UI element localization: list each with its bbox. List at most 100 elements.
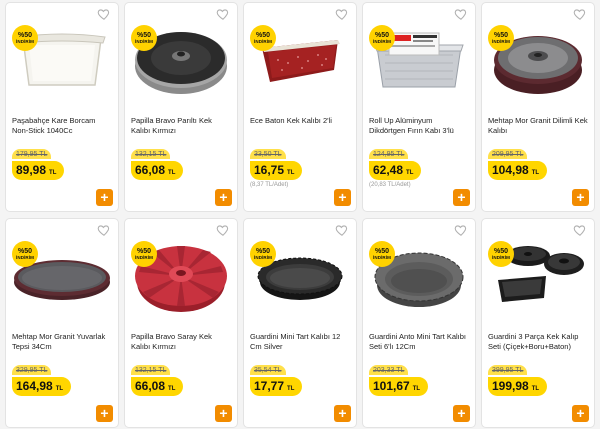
- discount-label: İNDİRİM: [492, 254, 510, 260]
- price-pill: 104,98 TL: [488, 161, 548, 180]
- add-to-cart-button[interactable]: +: [215, 405, 232, 422]
- price-pill: 199,98 TL: [488, 377, 548, 396]
- discount-badge: %50 İNDİRİM: [12, 25, 38, 51]
- discount-badge: %50 İNDİRİM: [131, 241, 157, 267]
- old-price: 124,95 TL: [369, 149, 409, 159]
- currency-label: TL: [531, 170, 540, 176]
- discount-label: İNDİRİM: [16, 38, 34, 44]
- product-title[interactable]: Papilla Bravo Saray Kek Kalıbı Kırmızı: [131, 332, 231, 352]
- product-card[interactable]: %50 İNDİRİM Guardini Anto Mini Tart Kalıb…: [362, 218, 476, 428]
- discount-label: İNDİRİM: [135, 254, 153, 260]
- old-price: 399,95 TL: [488, 365, 528, 375]
- price-block: 132,15 TL 66,08 TL: [131, 359, 184, 398]
- product-card[interactable]: %50 İNDİRİM Papilla Bravo Parıltı Kek Kal…: [124, 2, 238, 212]
- price-pill: 17,77 TL: [250, 377, 303, 396]
- product-title[interactable]: Paşabahçe Kare Borcam Non-Stick 1040Cc: [12, 116, 112, 136]
- price-pill: 89,98 TL: [12, 161, 65, 180]
- product-card[interactable]: %50 İNDİRİM Mehtap Mor Granit Yuvarlak Te…: [5, 218, 119, 428]
- add-to-cart-button[interactable]: +: [572, 405, 589, 422]
- discount-percent: %50: [493, 247, 508, 255]
- discount-percent: %50: [17, 31, 32, 39]
- discount-badge: %50 İNDİRİM: [250, 241, 276, 267]
- old-price: 179,95 TL: [12, 149, 52, 159]
- product-title[interactable]: Guardini Mini Tart Kalıbı 12 Cm Silver: [250, 332, 350, 352]
- discount-percent: %50: [374, 31, 389, 39]
- current-price: 199,98: [492, 379, 529, 393]
- add-to-cart-button[interactable]: +: [334, 189, 351, 206]
- discount-percent: %50: [255, 247, 270, 255]
- product-title[interactable]: Ece Baton Kek Kalıbı 2'li: [250, 116, 350, 136]
- price-pill: 62,48 TL: [369, 161, 422, 180]
- add-to-cart-button[interactable]: +: [96, 189, 113, 206]
- current-price: 164,98: [16, 379, 53, 393]
- product-card[interactable]: %50 İNDİRİM Mehtap Mor Granit Dilimli Kek…: [481, 2, 595, 212]
- price-block: 209,95 TL 104,98 TL: [488, 143, 548, 182]
- price-block: 124,95 TL 62,48 TL (20,83 TL/Adet): [369, 143, 422, 188]
- currency-label: TL: [412, 386, 421, 392]
- product-title[interactable]: Roll Up Alüminyum Dikdörtgen Fırın Kabı …: [369, 116, 469, 136]
- old-price: 203,33 TL: [369, 365, 409, 375]
- discount-label: İNDİRİM: [254, 254, 272, 260]
- product-card[interactable]: %50 İNDİRİM Roll Up Alüminyum Dikdörtgen …: [362, 2, 476, 212]
- add-to-cart-button[interactable]: +: [334, 405, 351, 422]
- old-price: 329,95 TL: [12, 365, 52, 375]
- product-title[interactable]: Mehtap Mor Granit Yuvarlak Tepsi 34Cm: [12, 332, 112, 352]
- price-pill: 66,08 TL: [131, 161, 184, 180]
- discount-percent: %50: [136, 247, 151, 255]
- add-to-cart-button[interactable]: +: [453, 189, 470, 206]
- discount-badge: %50 İNDİRİM: [488, 25, 514, 51]
- discount-label: İNDİRİM: [373, 38, 391, 44]
- currency-label: TL: [55, 386, 64, 392]
- product-grid: %50 İNDİRİM Paşabahçe Kare Borcam Non-Sti…: [0, 0, 600, 429]
- currency-label: TL: [531, 386, 540, 392]
- product-title[interactable]: Guardini Anto Mini Tart Kalıbı Seti 6'lı…: [369, 332, 469, 352]
- discount-percent: %50: [493, 31, 508, 39]
- discount-badge: %50 İNDİRİM: [250, 25, 276, 51]
- product-card[interactable]: %50 İNDİRİM Papilla Bravo Saray Kek Kalıb…: [124, 218, 238, 428]
- price-block: 203,33 TL 101,67 TL: [369, 359, 429, 398]
- unit-price: (20,83 TL/Adet): [369, 182, 411, 188]
- price-pill: 101,67 TL: [369, 377, 429, 396]
- product-title[interactable]: Guardini 3 Parça Kek Kalıp Seti (Çiçek+B…: [488, 332, 588, 352]
- discount-label: İNDİRİM: [492, 38, 510, 44]
- add-to-cart-button[interactable]: +: [215, 189, 232, 206]
- price-pill: 66,08 TL: [131, 377, 184, 396]
- current-price: 17,77: [254, 379, 285, 393]
- price-block: 179,95 TL 89,98 TL: [12, 143, 65, 182]
- old-price: 132,15 TL: [131, 365, 171, 375]
- discount-label: İNDİRİM: [254, 38, 272, 44]
- product-card[interactable]: %50 İNDİRİM Guardini Mini Tart Kalıbı 12 …: [243, 218, 357, 428]
- old-price: 33,50 TL: [250, 149, 286, 159]
- product-card[interactable]: %50 İNDİRİM Guardini 3 Parça Kek Kalıp Se…: [481, 218, 595, 428]
- discount-label: İNDİRİM: [135, 38, 153, 44]
- add-to-cart-button[interactable]: +: [572, 189, 589, 206]
- discount-badge: %50 İNDİRİM: [369, 241, 395, 267]
- discount-percent: %50: [374, 247, 389, 255]
- unit-price: (8,37 TL/Adet): [250, 182, 289, 188]
- product-card[interactable]: %50 İNDİRİM Ece Baton Kek Kalıbı 2'li 33,…: [243, 2, 357, 212]
- currency-label: TL: [287, 170, 295, 176]
- currency-label: TL: [406, 170, 414, 176]
- old-price: 209,95 TL: [488, 149, 528, 159]
- current-price: 89,98: [16, 163, 47, 177]
- current-price: 101,67: [373, 379, 410, 393]
- price-pill: 16,75 TL: [250, 161, 303, 180]
- current-price: 104,98: [492, 163, 529, 177]
- product-title[interactable]: Mehtap Mor Granit Dilimli Kek Kalıbı: [488, 116, 588, 136]
- price-block: 132,15 TL 66,08 TL: [131, 143, 184, 182]
- add-to-cart-button[interactable]: +: [96, 405, 113, 422]
- currency-label: TL: [49, 170, 57, 176]
- discount-percent: %50: [17, 247, 32, 255]
- old-price: 132,15 TL: [131, 149, 171, 159]
- price-block: 35,54 TL 17,77 TL: [250, 359, 303, 398]
- discount-percent: %50: [255, 31, 270, 39]
- add-to-cart-button[interactable]: +: [453, 405, 470, 422]
- discount-badge: %50 İNDİRİM: [369, 25, 395, 51]
- discount-badge: %50 İNDİRİM: [131, 25, 157, 51]
- price-block: 33,50 TL 16,75 TL (8,37 TL/Adet): [250, 143, 303, 188]
- current-price: 66,08: [135, 379, 166, 393]
- discount-label: İNDİRİM: [373, 254, 391, 260]
- product-card[interactable]: %50 İNDİRİM Paşabahçe Kare Borcam Non-Sti…: [5, 2, 119, 212]
- product-title[interactable]: Papilla Bravo Parıltı Kek Kalıbı Kırmızı: [131, 116, 231, 136]
- price-pill: 164,98 TL: [12, 377, 72, 396]
